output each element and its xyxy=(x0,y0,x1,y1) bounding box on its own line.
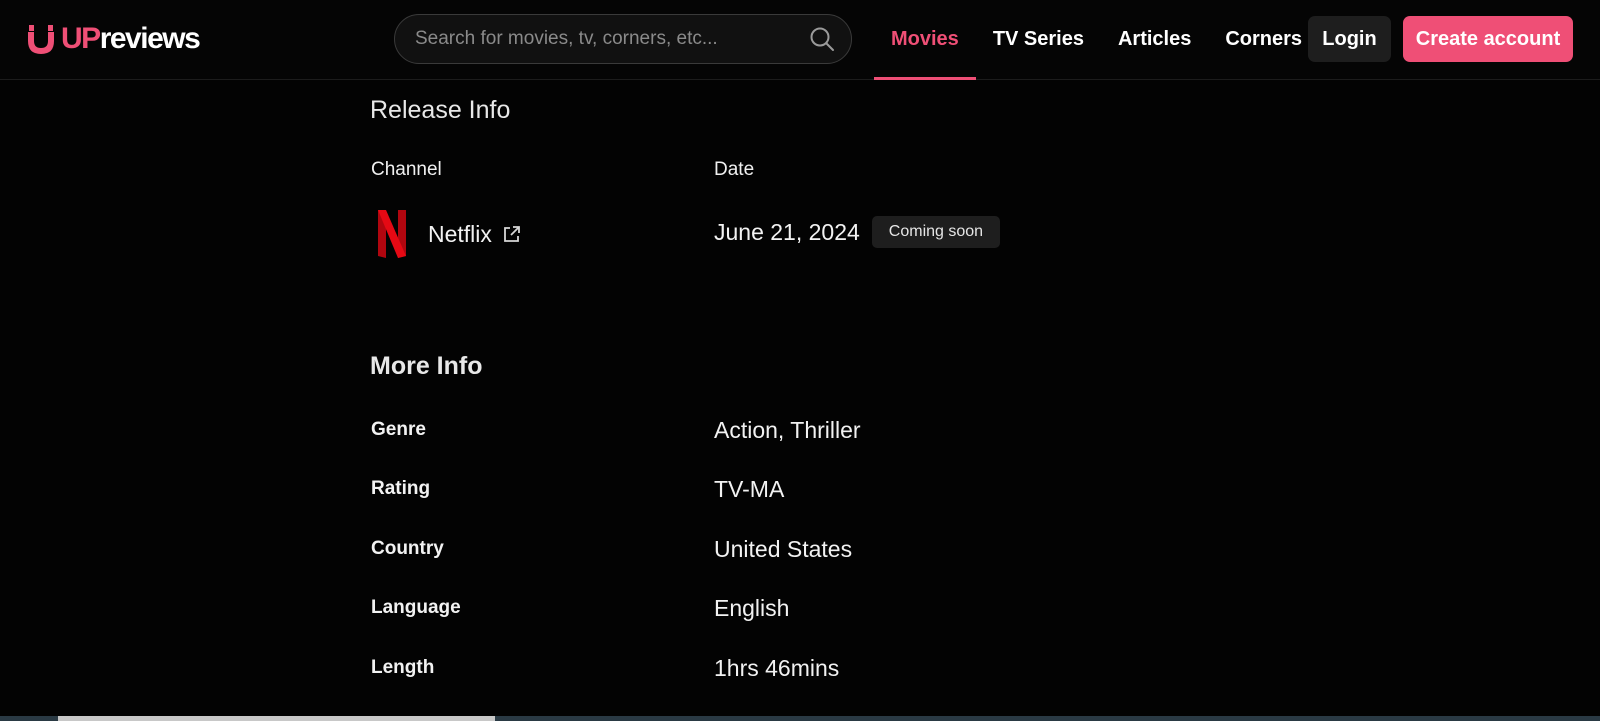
create-account-button[interactable]: Create account xyxy=(1403,16,1573,62)
search-input[interactable] xyxy=(413,27,809,51)
language-label: Language xyxy=(371,597,461,618)
main-nav: Movies TV Series Articles Corners xyxy=(874,0,1319,80)
channel-name[interactable]: Netflix xyxy=(428,221,492,248)
release-info-title: Release Info xyxy=(370,96,511,124)
more-info-title: More Info xyxy=(370,352,483,380)
country-value: United States xyxy=(714,536,853,562)
nav-corners[interactable]: Corners xyxy=(1208,0,1319,80)
login-button[interactable]: Login xyxy=(1308,16,1391,62)
horizontal-scrollbar-thumb[interactable] xyxy=(58,716,495,721)
length-value: 1hrs 46mins xyxy=(714,655,840,681)
nav-articles[interactable]: Articles xyxy=(1101,0,1208,80)
country-label: Country xyxy=(371,538,444,559)
rating-value: TV-MA xyxy=(714,476,785,502)
genre-value: Action, Thriller xyxy=(714,417,861,443)
logo-icon xyxy=(28,25,54,54)
search-icon[interactable] xyxy=(809,26,835,52)
logo-text: UPreviews xyxy=(61,22,201,56)
rating-label: Rating xyxy=(371,478,431,499)
logo-text-rest: reviews xyxy=(99,22,201,55)
site-logo[interactable]: UPreviews xyxy=(25,22,201,56)
external-link-icon[interactable] xyxy=(502,224,522,244)
nav-movies[interactable]: Movies xyxy=(874,0,976,80)
channel-entry[interactable]: Netflix xyxy=(378,208,522,260)
netflix-icon xyxy=(378,210,406,258)
release-date-entry: June 21, 2024 Coming soon xyxy=(714,216,1001,248)
date-column-header: Date xyxy=(714,159,755,180)
site-header: UPreviews Movies TV Series Articles Corn… xyxy=(0,0,1600,80)
language-value: English xyxy=(714,595,790,621)
length-label: Length xyxy=(371,657,435,678)
nav-tv-series[interactable]: TV Series xyxy=(976,0,1101,80)
channel-column-header: Channel xyxy=(371,159,442,180)
genre-label: Genre xyxy=(371,419,426,440)
status-badge: Coming soon xyxy=(871,216,1001,248)
logo-text-up: UP xyxy=(61,22,101,55)
release-date: June 21, 2024 xyxy=(714,218,860,245)
search-bar xyxy=(394,14,852,64)
